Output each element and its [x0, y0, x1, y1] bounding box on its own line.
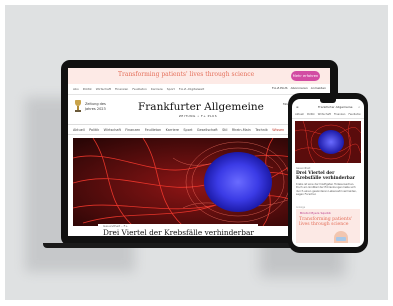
phone-nav-item[interactable]: Aktuell: [295, 113, 304, 118]
phone-nav: Aktuell Politik Wirtschaft Finanzen Feui…: [292, 113, 364, 119]
nav-item[interactable]: Karriere: [166, 128, 179, 132]
subscribe-link[interactable]: Abonnieren: [291, 86, 308, 90]
phone-nav-item[interactable]: Feuilleton: [348, 113, 361, 118]
nav-item[interactable]: Stil: [222, 128, 227, 132]
topbar-item[interactable]: Wirtschaft: [96, 87, 111, 91]
edition-line: ZEITUNG • F+ PLUS: [178, 114, 218, 118]
phone-masthead[interactable]: Frankfurter Allgemeine: [318, 105, 352, 109]
article-headline[interactable]: Drei Viertel der Krebsfälle verhinderbar: [103, 228, 254, 236]
phone-article-headline[interactable]: Drei Viertel der Krebsfälle verhinderbar: [296, 171, 360, 181]
topbar-item[interactable]: Politik: [83, 87, 92, 91]
nav-item[interactable]: Sport: [183, 128, 192, 132]
phone-nav-item[interactable]: Wirtschaft: [318, 113, 331, 118]
ad-mask-image: [336, 237, 346, 241]
nav-item[interactable]: Feuilleton: [145, 128, 161, 132]
ad-cta-button[interactable]: Mehr erfahren: [291, 71, 320, 81]
nav-item[interactable]: Finanzen: [125, 128, 140, 132]
topbar-item[interactable]: Abo: [73, 87, 79, 91]
menu-icon[interactable]: ≡: [296, 105, 299, 109]
award-caption: Zeitung des Jahres 2023: [85, 102, 106, 111]
login-link[interactable]: Anmelden: [311, 86, 326, 90]
nav-item[interactable]: Wissen: [272, 128, 284, 132]
award-trophy-icon: [74, 100, 82, 113]
phone-topbar: ≡ Frankfurter Allgemeine ⌕: [292, 104, 364, 111]
phone-device: ≡ Frankfurter Allgemeine ⌕ Aktuell Polit…: [288, 93, 368, 253]
topbar-item[interactable]: Sport: [167, 87, 175, 91]
promo-stage: Transforming patients' lives through sci…: [5, 5, 388, 300]
topbar-item[interactable]: F.A.Z.-Digitalwelt: [179, 87, 204, 91]
hero-image-cell[interactable]: [73, 138, 318, 226]
topbar-item[interactable]: Feuilleton: [132, 87, 147, 91]
topbar-item[interactable]: Karriere: [151, 87, 163, 91]
phone-hero-image[interactable]: [295, 121, 361, 163]
nav-item[interactable]: Aktuell: [73, 128, 85, 132]
ad-slogan: Transforming patients' lives through sci…: [118, 71, 255, 78]
phone-nav-item[interactable]: Finanzen: [334, 113, 346, 118]
phone-screen: ≡ Frankfurter Allgemeine ⌕ Aktuell Polit…: [292, 99, 364, 247]
utility-bar: Abo Politik Wirtschaft Finanzen Feuillet…: [68, 84, 330, 95]
phone-article-kicker: Gesundheit: [296, 167, 311, 170]
advertiser-logo: Bristol Myers Squibb: [300, 211, 331, 215]
nav-item[interactable]: Wirtschaft: [104, 128, 121, 132]
account-links: F.A.Z.PLUS Abonnieren Anmelden: [269, 86, 326, 90]
phone-nav-item[interactable]: Politik: [307, 113, 315, 118]
topbar-item[interactable]: Finanzen: [115, 87, 128, 91]
phone-ad-slogan: Transforming patients' lives through sci…: [299, 217, 353, 228]
phone-ad-banner[interactable]: Bristol Myers Squibb Transforming patien…: [296, 209, 360, 243]
masthead-logo[interactable]: Frankfurter Allgemeine: [138, 101, 264, 113]
search-icon[interactable]: ⌕: [358, 105, 360, 109]
nav-item[interactable]: Technik: [255, 128, 268, 132]
nav-item[interactable]: Politik: [89, 128, 99, 132]
nav-item[interactable]: Rhein-Main: [232, 128, 251, 132]
phone-article-teaser: Krebs ist eine der häufigsten Todesursac…: [296, 183, 357, 197]
phone-notch: [320, 99, 336, 103]
plus-link[interactable]: F.A.Z.PLUS: [272, 86, 288, 90]
nav-item[interactable]: Gesellschaft: [197, 128, 218, 132]
top-ad-banner[interactable]: Transforming patients' lives through sci…: [68, 68, 330, 84]
